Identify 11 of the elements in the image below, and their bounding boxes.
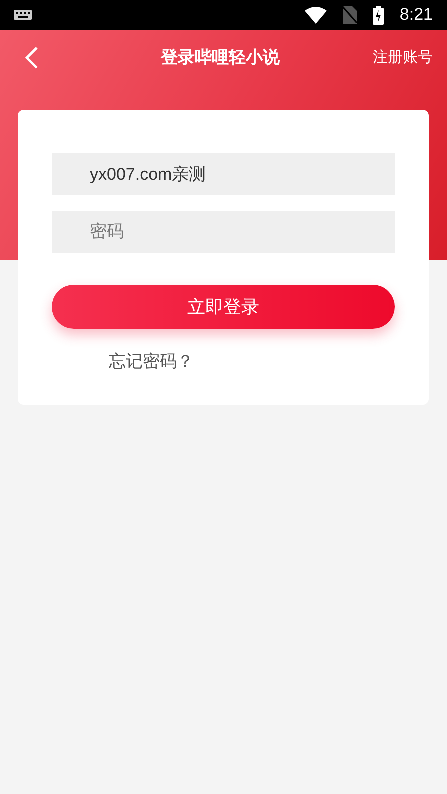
wifi-icon	[304, 6, 327, 24]
register-link[interactable]: 注册账号	[373, 46, 433, 70]
no-sim-icon	[342, 6, 357, 24]
page-title: 登录哔哩轻小说	[161, 47, 280, 70]
forgot-password-link[interactable]: 忘记密码？	[109, 349, 194, 374]
keyboard-icon	[14, 10, 32, 20]
password-field[interactable]: 密码	[52, 211, 395, 253]
battery-charging-icon	[372, 6, 384, 24]
login-button[interactable]: 立即登录	[52, 285, 395, 329]
username-field[interactable]: yx007.com亲测	[52, 153, 395, 195]
clock-time: 8:21	[400, 4, 433, 26]
